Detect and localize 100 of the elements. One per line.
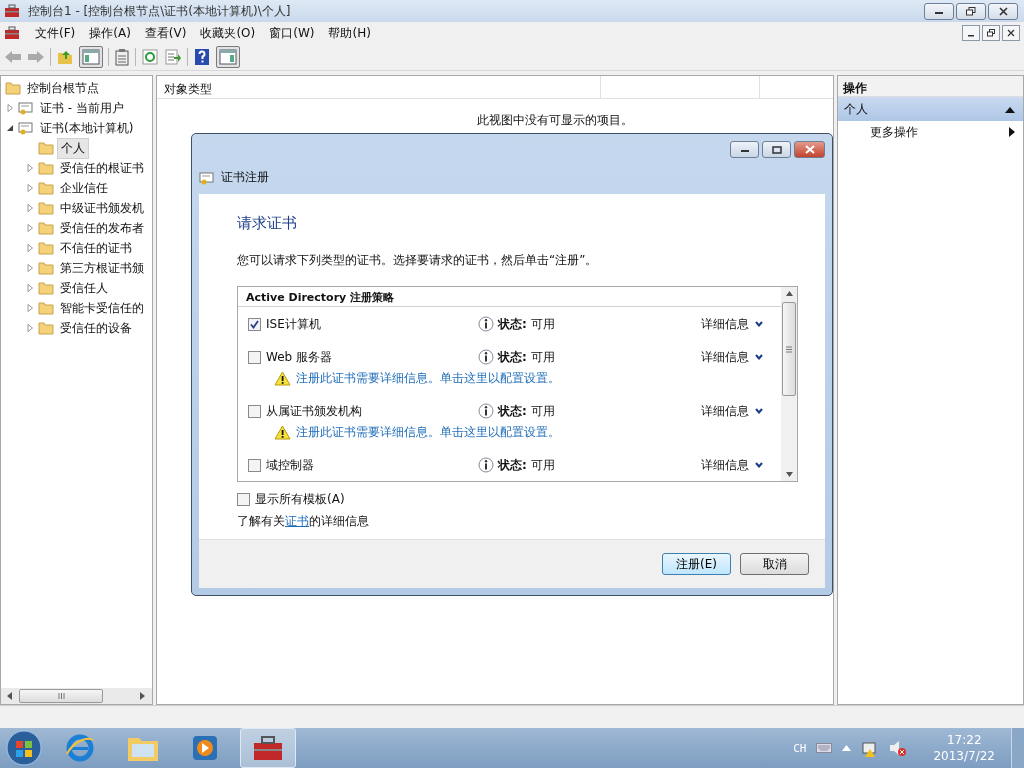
folder-icon xyxy=(38,300,54,316)
expand-arrow-icon[interactable] xyxy=(26,204,34,212)
submenu-arrow-icon[interactable] xyxy=(1009,127,1015,137)
tree-item[interactable]: 第三方根证书颁 xyxy=(57,258,147,278)
expand-arrow-icon[interactable] xyxy=(26,164,34,172)
tree-item[interactable]: 受信任的设备 xyxy=(57,318,135,338)
details-link[interactable]: 详细信息 xyxy=(701,348,749,366)
folder-icon xyxy=(5,80,21,96)
checkbox[interactable] xyxy=(248,350,261,364)
scroll-up-icon[interactable] xyxy=(785,291,793,296)
chevron-down-icon[interactable] xyxy=(755,354,763,360)
tree-item[interactable]: 受信任人 xyxy=(57,278,111,298)
restore-icon xyxy=(987,29,995,37)
tree-item[interactable]: 受信任的发布者 xyxy=(57,218,147,238)
checkbox[interactable] xyxy=(248,317,261,331)
grip-icon xyxy=(57,693,65,699)
menu-item[interactable]: 文件(F) xyxy=(28,24,83,42)
certificate-icon xyxy=(199,169,215,186)
column-header[interactable]: 对象类型 xyxy=(157,76,601,98)
template-name: 域控制器 xyxy=(266,456,315,474)
keyboard-icon[interactable] xyxy=(816,743,833,753)
up-folder-icon[interactable] xyxy=(56,49,74,65)
cancel-button[interactable]: 取消 xyxy=(740,553,809,575)
taskbar-app-button[interactable] xyxy=(240,728,296,768)
close-button[interactable] xyxy=(988,2,1018,20)
back-arrow-icon[interactable] xyxy=(4,49,22,65)
status-label: 状态: xyxy=(498,402,527,420)
menu-item[interactable]: 查看(V) xyxy=(137,24,194,42)
menu-item[interactable]: 操作(A) xyxy=(82,24,138,42)
expand-arrow-icon[interactable] xyxy=(6,104,14,112)
start-button[interactable] xyxy=(4,728,44,768)
warning-link[interactable]: 注册此证书需要详细信息。单击这里以配置设置。 xyxy=(296,424,560,441)
template-name: 从属证书颁发机构 xyxy=(266,402,363,420)
refresh-icon[interactable] xyxy=(141,48,159,66)
tree-item[interactable]: 证书(本地计算机) xyxy=(37,118,137,138)
tree-item[interactable]: 控制台根节点 xyxy=(24,78,102,98)
tree-item[interactable]: 中级证书颁发机 xyxy=(57,198,147,218)
warning-link[interactable]: 注册此证书需要详细信息。单击这里以配置设置。 xyxy=(296,370,560,387)
grip-icon xyxy=(786,345,792,353)
tree-item[interactable]: 智能卡受信任的 xyxy=(57,298,147,318)
details-link[interactable]: 详细信息 xyxy=(701,456,749,474)
tree-pane-icon[interactable] xyxy=(79,46,103,68)
expand-arrow-icon[interactable] xyxy=(26,264,34,272)
chevron-down-icon[interactable] xyxy=(755,462,763,468)
chevron-down-icon[interactable] xyxy=(755,321,763,327)
collapse-arrow-icon[interactable] xyxy=(6,124,14,132)
action-item[interactable]: 更多操作 xyxy=(870,123,918,141)
horizontal-scrollbar[interactable] xyxy=(1,688,152,704)
details-link[interactable]: 详细信息 xyxy=(701,402,749,420)
folder-icon xyxy=(38,280,54,296)
close-button[interactable] xyxy=(1002,25,1020,41)
clipboard-icon[interactable] xyxy=(114,48,130,66)
window-title: 控制台1 - [控制台根节点\证书(本地计算机)\个人] xyxy=(28,2,291,20)
menu-item[interactable]: 窗口(W) xyxy=(262,24,322,42)
scroll-left-icon[interactable] xyxy=(7,692,13,700)
expand-arrow-icon[interactable] xyxy=(26,244,34,252)
speaker-muted-icon[interactable] xyxy=(889,739,908,757)
expand-arrow-icon[interactable] xyxy=(26,284,34,292)
checkbox[interactable] xyxy=(248,404,261,418)
close-button[interactable] xyxy=(794,141,825,158)
vertical-scrollbar[interactable] xyxy=(781,287,797,481)
forward-arrow-icon[interactable] xyxy=(27,49,45,65)
export-list-icon[interactable] xyxy=(164,48,182,66)
chevron-down-icon[interactable] xyxy=(755,408,763,414)
show-hidden-icons-icon[interactable] xyxy=(842,745,852,751)
restore-button[interactable] xyxy=(956,2,986,20)
close-icon xyxy=(998,6,1008,16)
action-pane-icon[interactable] xyxy=(216,46,240,68)
expand-arrow-icon[interactable] xyxy=(26,224,34,232)
folder-icon xyxy=(38,140,54,156)
actions-section-header[interactable]: 个人 xyxy=(838,97,1023,121)
details-link[interactable]: 详细信息 xyxy=(701,315,749,333)
tree-item[interactable]: 不信任的证书 xyxy=(57,238,135,258)
tree-item[interactable]: 企业信任 xyxy=(57,178,111,198)
maximize-button[interactable] xyxy=(762,141,791,158)
menu-item[interactable]: 帮助(H) xyxy=(321,24,378,42)
expand-arrow-icon[interactable] xyxy=(26,304,34,312)
checkbox-label[interactable]: 显示所有模板(A) xyxy=(255,491,345,508)
tree-item[interactable]: 个人 xyxy=(57,137,89,159)
expand-arrow-icon[interactable] xyxy=(26,324,34,332)
browser-icon[interactable] xyxy=(64,732,96,764)
media-player-icon[interactable] xyxy=(190,733,220,763)
scroll-right-icon[interactable] xyxy=(140,692,146,700)
minimize-button[interactable] xyxy=(924,2,954,20)
status-value: 可用 xyxy=(530,456,555,474)
menu-item[interactable]: 收藏夹(O) xyxy=(193,24,263,42)
status-label: 状态: xyxy=(498,315,527,333)
tree-item[interactable]: 证书 - 当前用户 xyxy=(37,98,127,118)
collapse-arrow-icon[interactable] xyxy=(1005,105,1015,113)
help-icon[interactable] xyxy=(193,48,211,66)
expand-arrow-icon[interactable] xyxy=(26,184,34,192)
minimize-button[interactable] xyxy=(730,141,759,158)
restore-button[interactable] xyxy=(982,25,1000,41)
certificate-link[interactable]: 证书 xyxy=(285,514,309,528)
tree-item[interactable]: 受信任的根证书 xyxy=(57,158,147,178)
enroll-button[interactable]: 注册(E) xyxy=(662,553,731,575)
section-title[interactable]: 个人 xyxy=(844,100,868,118)
checkbox[interactable] xyxy=(248,458,261,472)
checkbox[interactable] xyxy=(237,493,250,506)
scroll-down-icon[interactable] xyxy=(785,472,793,477)
